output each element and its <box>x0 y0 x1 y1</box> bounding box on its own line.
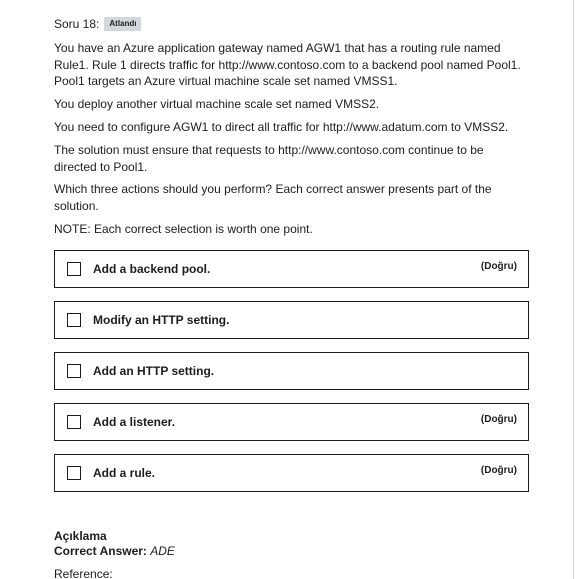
question-paragraph: You need to configure AGW1 to direct all… <box>54 120 509 134</box>
option-label: Add a listener. <box>93 415 176 429</box>
correct-answer-label: Correct Answer: <box>54 544 147 558</box>
answer-option-d[interactable]: Add a listener. (Doğru) <box>54 403 529 441</box>
question-note: NOTE: Each correct selection is worth on… <box>54 222 313 236</box>
option-label: Add an HTTP setting. <box>93 364 215 378</box>
checkbox[interactable] <box>67 466 81 480</box>
question-paragraph: You deploy another virtual machine scale… <box>54 97 380 111</box>
answer-option-a[interactable]: Add a backend pool. (Doğru) <box>54 250 529 288</box>
option-label: Add a rule. <box>93 466 156 480</box>
reference-label: Reference: <box>54 567 113 579</box>
correct-marker: (Doğru) <box>480 260 517 272</box>
option-label: Modify an HTTP setting. <box>93 313 230 327</box>
checkbox[interactable] <box>67 262 81 276</box>
correct-answer: Correct Answer: ADE <box>54 544 175 558</box>
question-paragraph: Which three actions should you perform? … <box>54 182 492 213</box>
correct-marker: (Doğru) <box>480 464 517 476</box>
checkbox[interactable] <box>67 313 81 327</box>
answer-option-c[interactable]: Add an HTTP setting. <box>54 352 529 390</box>
correct-marker: (Doğru) <box>480 413 517 425</box>
answer-option-e[interactable]: Add a rule. (Doğru) <box>54 454 529 492</box>
skipped-badge: Atlandı <box>104 17 142 31</box>
checkbox[interactable] <box>67 364 81 378</box>
option-label: Add a backend pool. <box>93 262 211 276</box>
question-header: Soru 18: Atlandı <box>54 17 142 31</box>
correct-answer-value: ADE <box>150 544 175 558</box>
question-paragraph: The solution must ensure that requests t… <box>54 143 484 174</box>
right-divider <box>573 0 574 579</box>
question-number: Soru 18: <box>54 17 100 31</box>
answer-option-b[interactable]: Modify an HTTP setting. <box>54 301 529 339</box>
checkbox[interactable] <box>67 415 81 429</box>
explanation-title: Açıklama <box>54 529 107 543</box>
question-paragraph: You have an Azure application gateway na… <box>54 41 521 88</box>
